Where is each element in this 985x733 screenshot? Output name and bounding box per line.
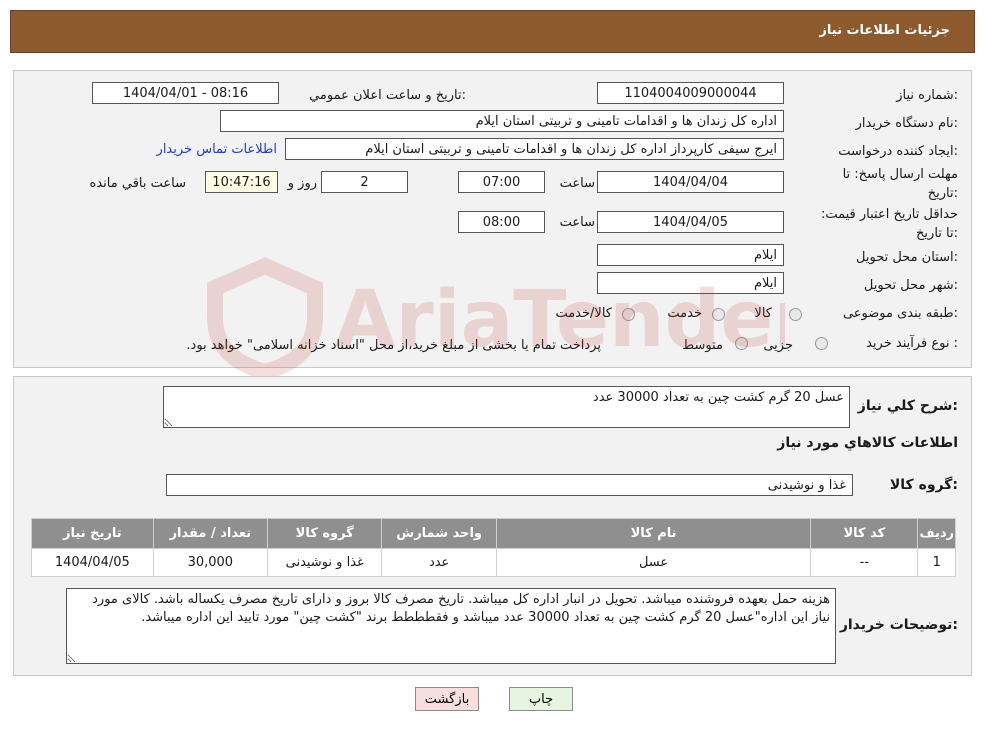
reply-date-field: 1404/04/04 [597, 171, 784, 193]
col-header-code: کد کالا [810, 518, 919, 549]
category-option-goods: کالا [754, 306, 772, 321]
reply-time-field: 07:00 [458, 171, 545, 193]
validity-time-label: ساعت [559, 215, 595, 230]
announce-date-label: تاریخ و ساعت اعلان عمومي: [309, 88, 466, 103]
print-button[interactable]: چاپ [509, 687, 573, 711]
buyer-org-label: نام دستگاه خریدار: [855, 116, 958, 131]
validity-label: حداقل تاریخ اعتبار قیمت: تا تاریخ: [820, 207, 958, 241]
city-field: ایلام [597, 272, 784, 294]
category-label: طبقه بندی موضوعی: [842, 306, 958, 321]
remaining-time-label: ساعت باقي مانده [89, 176, 186, 191]
creator-label: ایجاد کننده درخواست: [838, 144, 958, 159]
goods-info-title: اطلاعات کالاهاي مورد نياز [777, 435, 958, 451]
summary-label: شرح کلي نياز: [857, 398, 958, 414]
category-option-goods-service: کالا/خدمت [555, 306, 612, 321]
col-header-row-no: ردیف [917, 518, 956, 549]
purchase-type-label: نوع فرآیند خرید : [866, 336, 958, 351]
purchase-option-minor: جزیی [763, 338, 793, 353]
buyer-org-field: اداره کل زندان ها و اقدامات تامینی و ترب… [220, 110, 784, 132]
category-radio-goods[interactable] [789, 308, 802, 321]
purchase-radio-minor[interactable] [815, 337, 828, 350]
remaining-time-field: 10:47:16 [205, 171, 278, 193]
buyer-contact-link[interactable]: اطلاعات تماس خریدار [157, 142, 277, 157]
need-number-label: شماره نیاز: [896, 88, 958, 103]
goods-table: ردیف کد کالا نام کالا واحد شمارش گروه کا… [31, 518, 956, 577]
city-label: شهر محل تحویل: [863, 278, 958, 293]
goods-group-field: غذا و نوشیدنی [166, 474, 853, 496]
cell-code: -- [810, 548, 919, 577]
summary-textarea[interactable]: عسل 20 گرم کشت چین به تعداد 30000 عدد [163, 386, 850, 428]
validity-date-field: 1404/04/05 [597, 211, 784, 233]
col-header-name: نام کالا [495, 518, 812, 549]
creator-field: ایرج سیفی کارپرداز اداره کل زندان ها و ا… [285, 138, 784, 160]
category-radio-goods-service[interactable] [622, 308, 635, 321]
cell-row-no: 1 [917, 548, 956, 577]
category-radio-service[interactable] [712, 308, 725, 321]
goods-group-label: گروه کالا: [889, 477, 958, 493]
table-header-row: ردیف کد کالا نام کالا واحد شمارش گروه کا… [31, 518, 956, 549]
need-number-field: 1104004009000044 [597, 82, 784, 104]
col-header-group: گروه کالا [267, 518, 383, 549]
cell-need-date: 1404/04/05 [31, 548, 154, 577]
back-button[interactable]: بازگشت [415, 687, 479, 711]
purchase-option-medium: متوسط [682, 338, 723, 353]
col-header-unit: واحد شمارش [381, 518, 497, 549]
days-remaining-field: 2 [321, 171, 408, 193]
reply-time-label: ساعت [559, 176, 595, 191]
province-field: ایلام [597, 244, 784, 266]
cell-group: غذا و نوشیدنی [267, 548, 383, 577]
page-header: جزئیات اطلاعات نیاز [10, 10, 975, 53]
purchase-note: پرداخت تمام یا بخشی از مبلغ خرید،از محل … [186, 338, 601, 353]
col-header-need-date: تاریخ نیاز [31, 518, 154, 549]
cell-quantity: 30,000 [152, 548, 269, 577]
buyer-notes-textarea[interactable]: هزینه حمل بعهده فروشنده میباشد. تحویل در… [66, 588, 836, 664]
days-label: روز و [287, 176, 317, 191]
reply-deadline-label: مهلت ارسال پاسخ: تا تاریخ: [842, 167, 958, 201]
purchase-radio-medium[interactable] [735, 337, 748, 350]
col-header-quantity: تعداد / مقدار [152, 518, 269, 549]
buyer-notes-label: توضیحات خریدار: [839, 617, 958, 633]
province-label: استان محل تحویل: [856, 250, 958, 265]
announce-date-field: 1404/04/01 - 08:16 [92, 82, 279, 104]
validity-time-field: 08:00 [458, 211, 545, 233]
cell-name: عسل [495, 548, 812, 577]
page-title: جزئیات اطلاعات نیاز [819, 23, 950, 38]
table-row: 1 -- عسل عدد غذا و نوشیدنی 30,000 1404/0… [31, 548, 956, 577]
cell-unit: عدد [381, 548, 497, 577]
category-option-service: خدمت [667, 306, 702, 321]
